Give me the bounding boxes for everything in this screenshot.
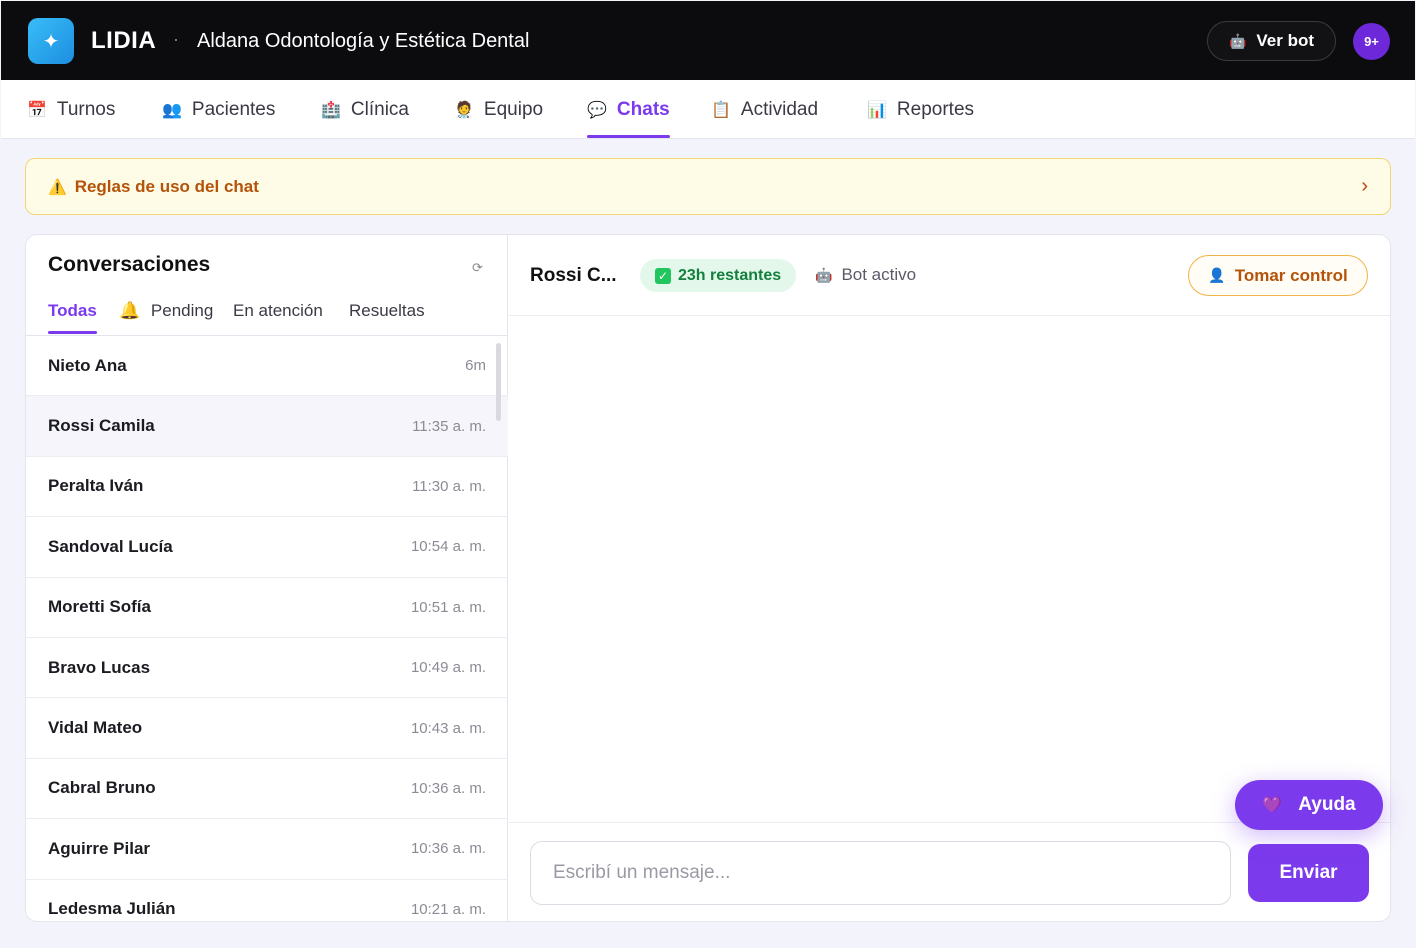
nav-tab-clinica[interactable]: 🏥 Clínica xyxy=(321,80,409,139)
nav-tab-label: Clínica xyxy=(350,98,409,120)
last-message-time: 10:36 a. m. xyxy=(410,779,486,797)
last-message-time: 10:49 a. m. xyxy=(410,659,486,677)
filter-tab-pending[interactable]: 🔔 Pending xyxy=(119,301,213,335)
conversations-title: Conversaciones xyxy=(48,253,211,276)
contact-name: Rossi Camila xyxy=(48,416,155,436)
robot-icon: 🤖 xyxy=(1228,32,1247,49)
lidia-logo[interactable]: ✦ xyxy=(28,18,74,64)
refresh-icon[interactable]: ⟳ xyxy=(472,260,483,276)
chats-panel: Conversaciones ⟳ Todas 🔔 Pending En aten… xyxy=(25,234,1391,922)
bell-icon: 🔔 xyxy=(119,301,141,320)
help-label: Ayuda xyxy=(1298,794,1356,815)
nav-tab-label: Reportes xyxy=(896,98,975,120)
check-box-icon: ✓ xyxy=(655,267,671,284)
send-button[interactable]: Enviar xyxy=(1248,844,1369,902)
contact-name: Nieto Ana xyxy=(48,355,127,375)
chat-rules-label: Reglas de uso del chat xyxy=(74,176,259,196)
clinic-name: Aldana Odontología y Estética Dental xyxy=(197,30,530,52)
filter-tab-label: Pending xyxy=(150,301,214,320)
chat-rules-banner[interactable]: ⚠️ Reglas de uso del chat › xyxy=(25,158,1391,215)
contact-name: Moretti Sofía xyxy=(48,597,151,617)
warning-icon: ⚠️ xyxy=(48,178,67,196)
take-control-button[interactable]: 👤 Tomar control xyxy=(1188,255,1368,296)
last-message-time: 10:51 a. m. xyxy=(410,598,486,616)
robot-icon: 🤖 xyxy=(815,266,833,283)
message-input[interactable] xyxy=(530,841,1231,905)
message-composer: Enviar xyxy=(509,822,1390,921)
user-icon: 👤 xyxy=(1208,267,1226,283)
contact-name: Bravo Lucas xyxy=(48,657,151,677)
last-message-time: 10:43 a. m. xyxy=(410,719,486,737)
ver-bot-label: Ver bot xyxy=(1256,31,1315,50)
health-worker-icon: 🧑‍⚕️ xyxy=(454,101,474,119)
nav-tab-label: Pacientes xyxy=(191,98,276,120)
conversation-row[interactable]: Ledesma Julián 10:21 a. m. xyxy=(26,880,508,921)
conversation-row-selected[interactable]: Rossi Camila 11:35 a. m. xyxy=(26,396,508,457)
brand-name: LIDIA xyxy=(91,27,157,54)
nav-tab-turnos[interactable]: 📅 Turnos xyxy=(27,80,115,139)
last-message-time: 11:30 a. m. xyxy=(412,477,486,495)
people-icon: 👥 xyxy=(162,101,182,119)
nav-tab-label: Turnos xyxy=(56,98,116,120)
title-separator: · xyxy=(173,29,179,49)
last-message-time: 11:35 a. m. xyxy=(412,417,486,435)
last-message-time: 10:21 a. m. xyxy=(410,900,486,918)
conversation-row[interactable]: Vidal Mateo 10:43 a. m. xyxy=(26,698,508,759)
purple-heart-icon: 💜 xyxy=(1262,797,1283,814)
sparkle-icon: ✦ xyxy=(42,30,60,53)
notifications-badge[interactable]: 9+ xyxy=(1353,23,1390,60)
nav-tab-actividad[interactable]: 📋 Actividad xyxy=(711,80,818,139)
window-time-label: 23h restantes xyxy=(678,266,782,284)
conversation-row[interactable]: Sandoval Lucía 10:54 a. m. xyxy=(26,517,508,578)
hospital-icon: 🏥 xyxy=(321,101,341,119)
conversation-list-scrollbar[interactable] xyxy=(496,343,501,421)
nav-tab-chats[interactable]: 💬 Chats xyxy=(587,80,670,139)
conversation-row[interactable]: Aguirre Pilar 10:36 a. m. xyxy=(26,819,508,880)
bot-status: 🤖 Bot activo xyxy=(815,265,916,285)
chat-contact-name: Rossi C... xyxy=(530,265,617,286)
contact-name: Sandoval Lucía xyxy=(48,536,173,556)
main-nav: 📅 Turnos 👥 Pacientes 🏥 Clínica 🧑‍⚕️ Equi… xyxy=(1,80,1415,139)
take-control-label: Tomar control xyxy=(1234,265,1348,285)
top-bar: ✦ LIDIA · Aldana Odontología y Estética … xyxy=(1,1,1415,80)
conversation-row[interactable]: Cabral Bruno 10:36 a. m. xyxy=(26,759,508,820)
nav-tab-pacientes[interactable]: 👥 Pacientes xyxy=(162,80,275,139)
help-button[interactable]: 💜 Ayuda xyxy=(1235,780,1383,830)
nav-tab-label: Chats xyxy=(616,98,670,120)
conversation-row[interactable]: Moretti Sofía 10:51 a. m. xyxy=(26,578,508,638)
contact-name: Aguirre Pilar xyxy=(48,838,151,858)
clipboard-icon: 📋 xyxy=(711,101,731,119)
ver-bot-button[interactable]: 🤖 Ver bot xyxy=(1207,21,1336,61)
last-message-time: 6m xyxy=(465,357,486,375)
contact-name: Cabral Bruno xyxy=(48,778,156,798)
nav-tab-label: Actividad xyxy=(740,98,819,120)
conversation-row[interactable]: Peralta Iván 11:30 a. m. xyxy=(26,457,508,518)
conversation-row[interactable]: Bravo Lucas 10:49 a. m. xyxy=(26,638,508,699)
conversation-row[interactable]: Nieto Ana 6m xyxy=(26,336,508,397)
chat-header: Rossi C... ✓ 23h restantes 🤖 Bot activo … xyxy=(509,235,1390,316)
contact-name: Peralta Iván xyxy=(48,476,144,496)
contact-name: Ledesma Julián xyxy=(48,899,176,919)
conversations-sidebar: Conversaciones ⟳ Todas 🔔 Pending En aten… xyxy=(26,235,508,921)
last-message-time: 10:54 a. m. xyxy=(410,538,486,556)
filter-tab-resueltas[interactable]: Resueltas xyxy=(349,301,425,335)
bot-status-label: Bot activo xyxy=(841,265,917,284)
conversation-list: Nieto Ana 6m Rossi Camila 11:35 a. m. Pe… xyxy=(26,336,508,921)
filter-tab-en-atencion[interactable]: En atención xyxy=(233,301,323,335)
speech-bubble-icon: 💬 xyxy=(587,101,607,119)
contact-name: Vidal Mateo xyxy=(48,718,143,738)
nav-tab-reportes[interactable]: 📊 Reportes xyxy=(867,80,974,139)
last-message-time: 10:36 a. m. xyxy=(410,840,486,858)
bar-chart-icon: 📊 xyxy=(867,101,887,119)
calendar-icon: 📅 xyxy=(27,101,47,119)
nav-tab-label: Equipo xyxy=(483,98,544,120)
filter-tab-todas[interactable]: Todas xyxy=(48,301,97,335)
nav-tab-equipo[interactable]: 🧑‍⚕️ Equipo xyxy=(454,80,543,139)
chevron-right-icon: › xyxy=(1361,175,1368,197)
window-time-badge: ✓ 23h restantes xyxy=(640,259,797,292)
